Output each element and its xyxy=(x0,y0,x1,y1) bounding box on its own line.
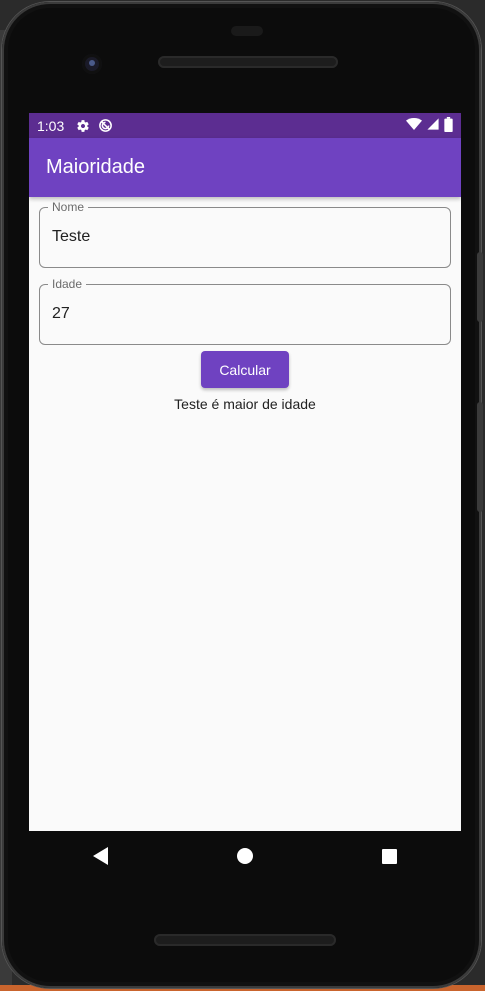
idade-field[interactable]: Idade 27 xyxy=(39,277,451,345)
form-content: Nome Teste Idade 27 Calcular Teste é mai… xyxy=(29,197,461,412)
idade-field-value[interactable]: 27 xyxy=(52,305,70,323)
status-bar: 1:03 xyxy=(29,113,461,138)
calcular-button[interactable]: Calcular xyxy=(201,351,289,388)
navigation-bar xyxy=(29,831,461,881)
app-bar: Maioridade xyxy=(29,138,461,197)
device-screen: 1:03 Maioridade Nome Teste Idade 27 Calc… xyxy=(29,113,461,831)
nome-field-value[interactable]: Teste xyxy=(52,228,90,246)
button-row: Calcular xyxy=(39,351,451,388)
nome-field-label: Nome xyxy=(48,200,89,214)
result-text: Teste é maior de idade xyxy=(174,396,316,412)
status-time: 1:03 xyxy=(37,117,65,134)
front-camera xyxy=(82,54,102,74)
sync-disabled-icon xyxy=(98,118,113,133)
wifi-icon xyxy=(406,117,422,134)
nome-field[interactable]: Nome Teste xyxy=(39,200,451,268)
recents-icon[interactable] xyxy=(369,836,409,876)
home-icon[interactable] xyxy=(225,836,265,876)
earpiece-speaker xyxy=(158,56,338,68)
app-title: Maioridade xyxy=(46,156,145,178)
settings-icon xyxy=(76,119,90,133)
cellular-signal-icon xyxy=(426,117,440,134)
power-button[interactable] xyxy=(477,402,483,512)
idade-field-label: Idade xyxy=(48,277,87,291)
back-icon[interactable] xyxy=(81,836,121,876)
bottom-speaker xyxy=(154,934,336,946)
status-right-icons xyxy=(406,116,453,135)
volume-button[interactable] xyxy=(477,252,483,322)
battery-icon xyxy=(444,116,453,135)
proximity-sensor xyxy=(231,26,263,36)
